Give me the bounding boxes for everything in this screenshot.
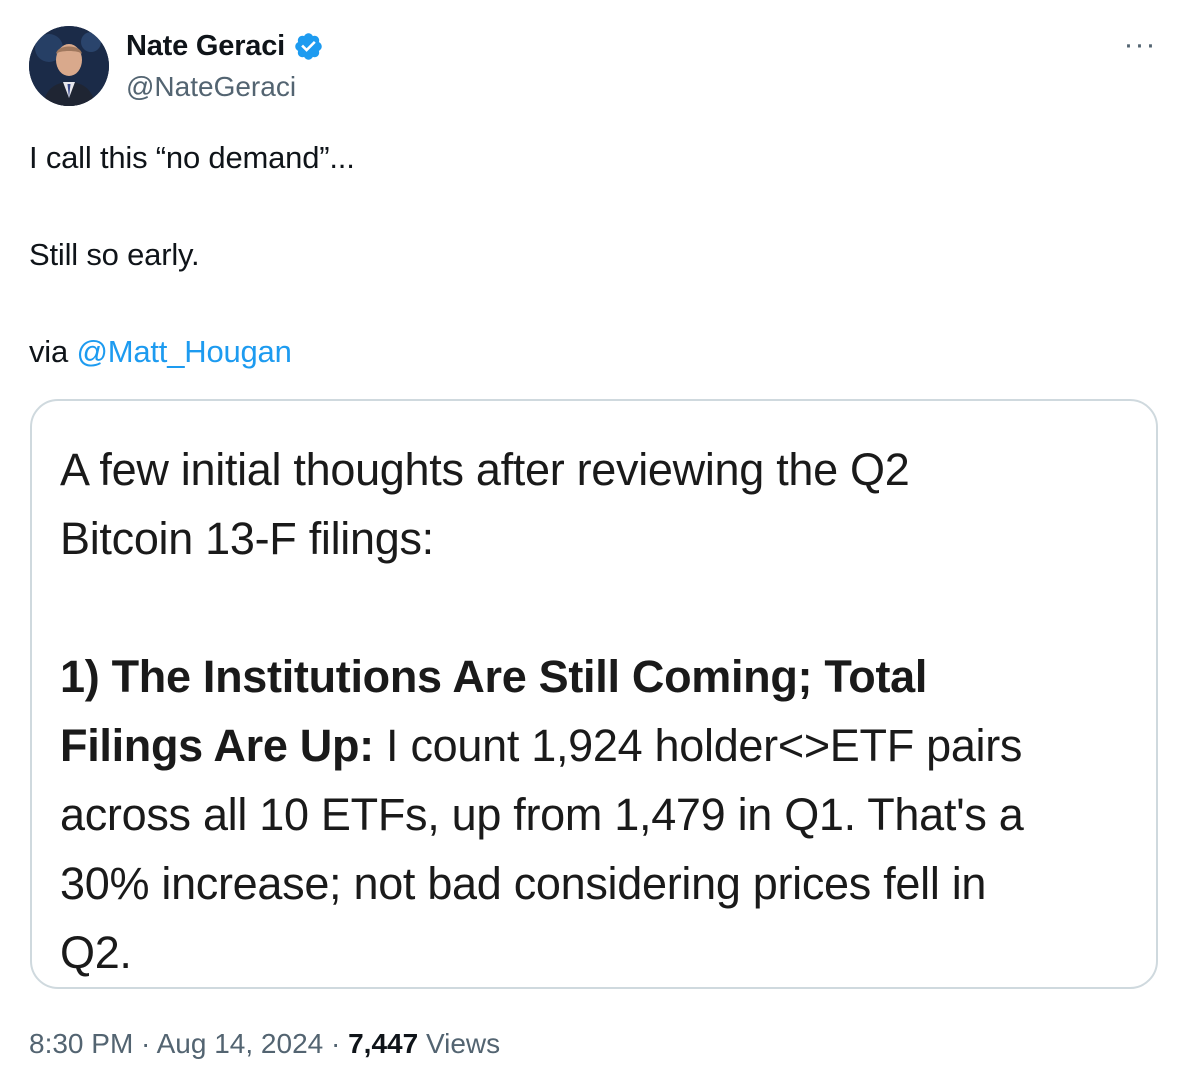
- author-name-row: Nate Geraci: [126, 29, 324, 63]
- author-display-name[interactable]: Nate Geraci: [126, 29, 285, 63]
- quoted-text: A few initial thoughts after reviewing t…: [60, 435, 1140, 987]
- quote-line: A few initial thoughts after reviewing t…: [60, 444, 910, 495]
- tweet-text: I call this “no demand”... Still so earl…: [29, 138, 1149, 372]
- views-label: Views: [418, 1028, 501, 1059]
- more-options-button[interactable]: ···: [1120, 30, 1160, 60]
- tweet-line: via @Matt_Hougan: [29, 332, 1149, 372]
- quote-bold-text: Filings Are Up:: [60, 720, 374, 771]
- mention-link[interactable]: @Matt_Hougan: [76, 334, 291, 369]
- tweet-line: I call this “no demand”...: [29, 140, 355, 175]
- quote-line: Filings Are Up: I count 1,924 holder<>ET…: [60, 711, 1140, 780]
- via-prefix: via: [29, 334, 77, 369]
- timestamp-link[interactable]: 8:30 PM: [29, 1028, 133, 1059]
- tweet-line: Still so early.: [29, 237, 200, 272]
- quote-text-span: I count 1,924 holder<>ETF pairs: [373, 720, 1023, 771]
- avatar[interactable]: [29, 26, 109, 106]
- separator: ·: [323, 1028, 349, 1059]
- more-horizontal-icon: ···: [1123, 28, 1157, 61]
- quote-line: 1) The Institutions Are Still Coming; To…: [60, 651, 928, 702]
- author-handle[interactable]: @NateGeraci: [126, 70, 296, 104]
- profile-photo: [29, 26, 109, 106]
- date-link[interactable]: Aug 14, 2024: [157, 1028, 324, 1059]
- quoted-image-card[interactable]: A few initial thoughts after reviewing t…: [30, 399, 1158, 989]
- views-count[interactable]: 7,447: [348, 1028, 418, 1059]
- separator: ·: [133, 1028, 157, 1059]
- tweet-metadata: 8:30 PM · Aug 14, 2024 · 7,447 Views: [29, 1024, 500, 1064]
- quote-line: across all 10 ETFs, up from 1,479 in Q1.…: [60, 789, 1024, 840]
- quote-line: Bitcoin 13-F filings:: [60, 513, 434, 564]
- verified-badge-icon[interactable]: [293, 31, 324, 62]
- quote-line: Q2.: [60, 927, 132, 978]
- quote-line: 30% increase; not bad considering prices…: [60, 858, 987, 909]
